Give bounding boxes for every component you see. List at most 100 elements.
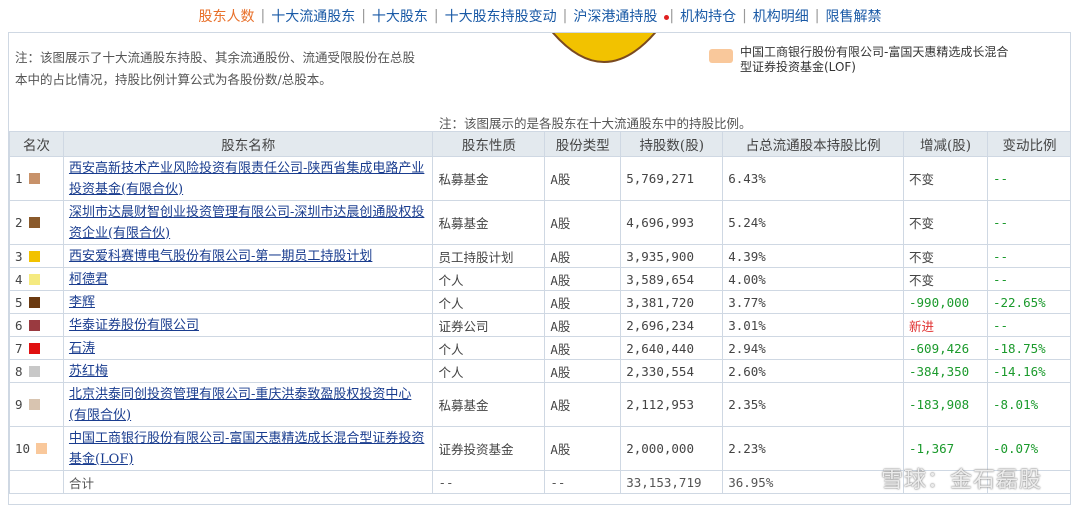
share-type-cell: A股 <box>544 382 622 427</box>
tab-7[interactable]: 限售解禁 <box>820 6 888 26</box>
color-swatch <box>28 273 40 285</box>
nature-cell: 个人 <box>432 290 546 314</box>
shares-cell: 3,381,720 <box>620 290 724 314</box>
pie-slice <box>551 33 657 63</box>
share-type-cell: A股 <box>544 244 622 268</box>
column-header: 名次 <box>9 131 64 157</box>
shareholder-name-cell: 苏红梅 <box>62 359 434 383</box>
top-ten-shareholders-table: 名次 股东名称 股东性质 股份类型 持股数(股) 占总流通股本持股比例 增减(股) 变动比例 … <box>9 131 1070 494</box>
tab-3[interactable]: 十大股东持股变动 <box>439 6 563 26</box>
rank-cell: 4 <box>9 267 64 291</box>
nature-cell: 员工持股计划 <box>432 244 546 268</box>
nature-cell: 私募基金 <box>432 156 546 201</box>
rank-number: 2 <box>15 215 23 230</box>
column-header: 股份类型 <box>544 131 622 157</box>
color-swatch <box>28 399 40 410</box>
pie-chart-fragment <box>529 33 679 91</box>
shareholder-name-cell: 西安高新技术产业风险投资有限责任公司-陕西省集成电路产业投资基金(有限合伙) <box>62 156 434 201</box>
legend-swatch <box>709 49 733 63</box>
change-pct-cell: -- <box>986 244 1070 268</box>
shareholder-link[interactable]: 西安爱科赛博电气股份有限公司-第一期员工持股计划 <box>69 249 372 264</box>
tab-4[interactable]: 沪深港通持股 <box>567 6 663 26</box>
shareholder-link[interactable]: 西安高新技术产业风险投资有限责任公司-陕西省集成电路产业投资基金(有限合伙) <box>69 161 424 197</box>
pie-chart-svg <box>551 33 657 63</box>
shareholder-link[interactable]: 中国工商银行股份有限公司-富国天惠精选成长混合型证券投资基金(LOF) <box>69 431 424 467</box>
change-pct-cell: -- <box>986 313 1070 337</box>
total-shares: 33,153,719 <box>620 470 724 494</box>
change-cell: -609,426 <box>903 336 988 360</box>
table-header-row: 名次 股东名称 股东性质 股份类型 持股数(股) 占总流通股本持股比例 增减(股) 变动比例 <box>9 131 1070 157</box>
nature-cell: 个人 <box>432 267 546 291</box>
color-swatch <box>28 319 40 331</box>
rank-number: 7 <box>15 340 23 356</box>
share-type-cell: A股 <box>544 313 622 337</box>
share-type-cell: A股 <box>544 156 622 201</box>
tab-6[interactable]: 机构明细 <box>747 6 815 26</box>
ratio-cell: 6.43% <box>722 156 904 201</box>
tab-1[interactable]: 十大流通股东 <box>265 6 361 26</box>
column-header: 股东性质 <box>432 131 546 157</box>
shareholder-link[interactable]: 深圳市达晨财智创业投资管理有限公司-深圳市达晨创通股权投资企业(有限合伙) <box>69 205 424 241</box>
rank-number: 1 <box>15 171 23 186</box>
table-row: 2 深圳市达晨财智创业投资管理有限公司-深圳市达晨创通股权投资企业(有限合伙) 私募… <box>9 200 1070 245</box>
shareholder-link[interactable]: 柯德君 <box>69 272 108 287</box>
ratio-cell: 2.94% <box>722 336 904 360</box>
shareholder-name-cell: 李辉 <box>62 290 434 314</box>
share-type-cell: A股 <box>544 336 622 360</box>
total-nature: -- <box>432 470 546 494</box>
color-swatch <box>28 217 40 228</box>
tab-0[interactable]: 股东人数 <box>192 6 260 26</box>
ratio-cell: 2.23% <box>722 426 904 471</box>
shares-cell: 4,696,993 <box>620 200 724 245</box>
shareholder-name-cell: 深圳市达晨财智创业投资管理有限公司-深圳市达晨创通股权投资企业(有限合伙) <box>62 200 434 245</box>
shareholder-panel: 注：该图展示了十大流通股东持股、其余流通股份、流通受限股份在总股本中的占比情况，… <box>8 32 1071 505</box>
total-rank-cell <box>9 470 64 494</box>
shareholder-link[interactable]: 华泰证券股份有限公司 <box>69 318 199 333</box>
shareholder-link[interactable]: 北京洪泰同创投资管理有限公司-重庆洪泰致盈股权投资中心(有限合伙) <box>69 387 411 423</box>
shareholder-link[interactable]: 李辉 <box>69 295 95 310</box>
tab-2[interactable]: 十大股东 <box>366 6 434 26</box>
table-row: 1 西安高新技术产业风险投资有限责任公司-陕西省集成电路产业投资基金(有限合伙) 私… <box>9 156 1070 201</box>
rank-cell: 2 <box>9 200 64 245</box>
tab-5[interactable]: 机构持仓 <box>674 6 742 26</box>
shares-cell: 3,935,900 <box>620 244 724 268</box>
color-swatch <box>28 365 40 377</box>
table-row: 3 西安爱科赛博电气股份有限公司-第一期员工持股计划 员工持股计划 A股 3,935,9… <box>9 244 1070 268</box>
change-cell: -990,000 <box>903 290 988 314</box>
chart-legend: 中国工商银行股份有限公司-富国天惠精选成长混合型证券投资基金(LOF) <box>709 45 1010 75</box>
shares-cell: 2,330,554 <box>620 359 724 383</box>
ratio-cell: 4.00% <box>722 267 904 291</box>
rank-cell: 10 <box>9 426 64 471</box>
share-type-cell: A股 <box>544 267 622 291</box>
rank-cell: 6 <box>9 313 64 337</box>
shareholder-link[interactable]: 苏红梅 <box>69 364 108 379</box>
shareholder-name-cell: 西安爱科赛博电气股份有限公司-第一期员工持股计划 <box>62 244 434 268</box>
table-row: 4 柯德君 个人 A股 3,589,654 4.00% 不变 -- <box>9 267 1070 291</box>
watermark: 雪球：金石磊股 <box>880 468 1042 493</box>
shares-cell: 2,000,000 <box>620 426 724 471</box>
rank-number: 10 <box>15 441 31 456</box>
rank-cell: 9 <box>9 382 64 427</box>
rank-number: 5 <box>15 294 23 310</box>
rank-cell: 5 <box>9 290 64 314</box>
table-row: 9 北京洪泰同创投资管理有限公司-重庆洪泰致盈股权投资中心(有限合伙) 私募基金 A股… <box>9 382 1070 427</box>
change-cell: 不变 <box>903 156 988 201</box>
color-swatch <box>28 250 40 262</box>
ratio-cell: 4.39% <box>722 244 904 268</box>
total-label: 合计 <box>62 470 434 494</box>
table-row: 8 苏红梅 个人 A股 2,330,554 2.60% -384,350 -14.16% <box>9 359 1070 383</box>
ratio-cell: 5.24% <box>722 200 904 245</box>
shareholder-name-cell: 华泰证券股份有限公司 <box>62 313 434 337</box>
change-cell: 不变 <box>903 200 988 245</box>
rank-cell: 3 <box>9 244 64 268</box>
total-type: -- <box>544 470 622 494</box>
column-header: 增减(股) <box>903 131 988 157</box>
change-pct-cell: -- <box>986 267 1070 291</box>
nature-cell: 个人 <box>432 359 546 383</box>
table-row: 6 华泰证券股份有限公司 证券公司 A股 2,696,234 3.01% 新进 -- <box>9 313 1070 337</box>
shareholder-link[interactable]: 石涛 <box>69 341 95 356</box>
share-type-cell: A股 <box>544 359 622 383</box>
color-swatch <box>28 296 40 308</box>
shares-cell: 2,112,953 <box>620 382 724 427</box>
shares-cell: 2,696,234 <box>620 313 724 337</box>
